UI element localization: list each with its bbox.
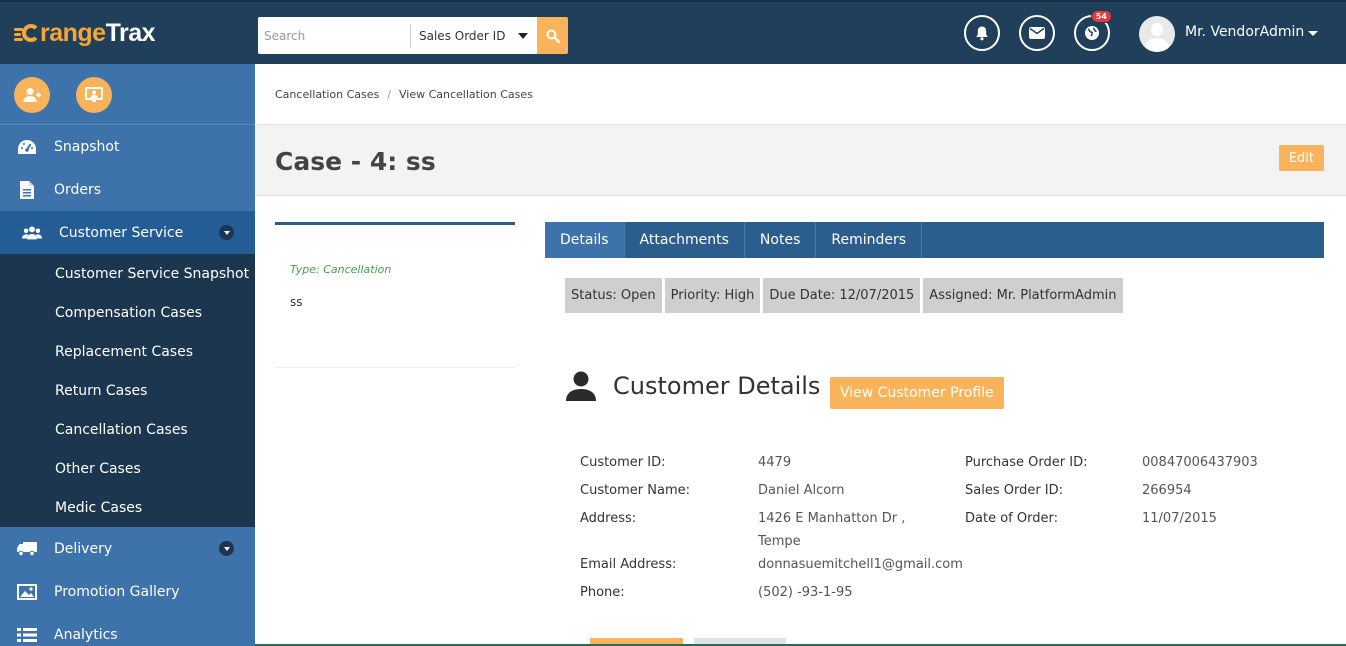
sidebar-item-customer-service[interactable]: Customer Service [0, 211, 255, 254]
status-chip: Status: Open [565, 278, 662, 313]
case-description: ss [290, 295, 303, 309]
search-icon [546, 29, 560, 43]
address-line2: Tempe [758, 534, 801, 549]
edit-button[interactable]: Edit [1278, 145, 1324, 171]
search-button[interactable] [537, 17, 568, 54]
submenu-item-replacement-cases[interactable]: Replacement Cases [0, 332, 255, 371]
sidebar-item-promotion-gallery[interactable]: Promotion Gallery [0, 570, 255, 613]
top-bar: range Trax Sales Order ID 54 Mr. VendorA… [0, 0, 1346, 64]
add-user-icon [23, 88, 41, 102]
submenu-item-compensation-cases[interactable]: Compensation Cases [0, 293, 255, 332]
messages-button[interactable] [1019, 15, 1055, 51]
title-bar: Case - 4: ss Edit [255, 125, 1346, 196]
case-status-row: Status: Open Priority: High Due Date: 12… [565, 278, 1123, 313]
email-value: donnasuemitchell1@gmail.com [758, 557, 963, 572]
submenu-item-medic-cases[interactable]: Medic Cases [0, 488, 255, 527]
user-icon [566, 371, 596, 401]
case-content: Type: Cancellation ss Details Attachment… [255, 196, 1346, 646]
user-avatar[interactable] [1139, 16, 1175, 52]
create-case-button[interactable] [76, 77, 112, 113]
user-menu-caret-icon[interactable] [1308, 31, 1318, 36]
breadcrumb-separator: / [387, 87, 391, 101]
due-date-chip: Due Date: 12/07/2015 [763, 278, 921, 313]
breadcrumb-link-cancellation-cases[interactable]: Cancellation Cases [275, 88, 379, 101]
sidebar-item-label: Promotion Gallery [54, 583, 180, 600]
quick-actions [0, 64, 255, 125]
address-line1: 1426 E Manhatton Dr , [758, 511, 906, 526]
orangetrax-logo[interactable]: range Trax [14, 16, 156, 50]
tab-notes[interactable]: Notes [745, 222, 817, 258]
submenu-item-return-cases[interactable]: Return Cases [0, 371, 255, 410]
sidebar-item-orders[interactable]: Orders [0, 168, 255, 211]
tab-reminders[interactable]: Reminders [816, 222, 923, 258]
monitor-user-icon [85, 87, 103, 102]
order-date-label: Date of Order: [965, 511, 1058, 526]
search-type-value: Sales Order ID [419, 28, 506, 43]
tab-details[interactable]: Details [545, 222, 625, 258]
phone-value: (502) -93-1-95 [758, 585, 853, 600]
purchase-order-value: 00847006437903 [1142, 455, 1258, 470]
sidebar-item-label: Customer Service [59, 224, 184, 241]
search-box: Sales Order ID [258, 17, 538, 54]
email-label: Email Address: [580, 557, 677, 572]
case-type-label: Type: Cancellation [290, 263, 392, 276]
assigned-chip: Assigned: Mr. PlatformAdmin [923, 278, 1123, 313]
order-date-value: 11/07/2015 [1142, 511, 1217, 526]
page-title: Case - 4: ss [275, 147, 436, 176]
customer-details-title: Customer Details [613, 372, 821, 400]
dashboard-icon [17, 139, 37, 155]
submenu-item-customer-service-snapshot[interactable]: Customer Service Snapshot [0, 254, 255, 293]
customer-name-label: Customer Name: [580, 483, 691, 498]
chevron-down-icon[interactable] [219, 225, 234, 240]
sidebar: Snapshot Orders Customer Service Custome… [0, 64, 255, 646]
sidebar-item-label: Snapshot [54, 138, 120, 155]
logo-text-orange: range [40, 18, 106, 47]
truck-icon [17, 541, 37, 556]
logo-mark-icon [14, 22, 40, 44]
add-user-button[interactable] [14, 77, 50, 113]
alerts-count-badge: 54 [1090, 10, 1112, 23]
sidebar-item-delivery[interactable]: Delivery [0, 527, 255, 570]
logo-text-white: Trax [105, 18, 156, 47]
document-icon [17, 180, 37, 199]
priority-chip: Priority: High [664, 278, 761, 313]
submenu-item-cancellation-cases[interactable]: Cancellation Cases [0, 410, 255, 449]
case-summary-card: Type: Cancellation ss [275, 222, 515, 368]
phone-label: Phone: [580, 585, 625, 600]
view-customer-profile-button[interactable]: View Customer Profile [830, 377, 1004, 409]
breadcrumb-current: View Cancellation Cases [399, 87, 533, 101]
breadcrumb: Cancellation Cases / View Cancellation C… [255, 64, 1346, 125]
customer-details-header: Customer Details [565, 371, 820, 401]
customer-name-value: Daniel Alcorn [758, 483, 845, 498]
sidebar-item-label: Delivery [54, 540, 113, 557]
list-icon [17, 627, 37, 643]
globe-icon [1085, 26, 1099, 40]
chevron-down-icon[interactable] [219, 541, 234, 556]
sidebar-item-label: Orders [54, 181, 102, 198]
image-icon [17, 583, 37, 600]
sidebar-item-analytics[interactable]: Analytics [0, 613, 255, 646]
search-input[interactable] [258, 18, 410, 53]
user-name[interactable]: Mr. VendorAdmin [1185, 24, 1304, 40]
address-label: Address: [580, 511, 637, 526]
users-icon [22, 225, 42, 241]
case-tabs: Details Attachments Notes Reminders [545, 222, 1324, 258]
sidebar-item-label: Analytics [54, 626, 118, 643]
search-type-select[interactable]: Sales Order ID [411, 18, 538, 53]
envelope-icon [1029, 27, 1045, 39]
caret-down-icon [518, 33, 528, 39]
purchase-order-label: Purchase Order ID: [965, 455, 1088, 470]
bell-icon [976, 26, 988, 41]
tab-attachments[interactable]: Attachments [625, 222, 745, 258]
sales-order-label: Sales Order ID: [965, 483, 1064, 498]
customer-service-submenu: Customer Service Snapshot Compensation C… [0, 254, 255, 527]
sidebar-item-snapshot[interactable]: Snapshot [0, 125, 255, 168]
sales-order-value: 266954 [1142, 483, 1192, 498]
customer-id-value: 4479 [758, 455, 792, 470]
submenu-item-other-cases[interactable]: Other Cases [0, 449, 255, 488]
customer-id-label: Customer ID: [580, 455, 666, 470]
global-alerts-button[interactable]: 54 [1074, 10, 1112, 51]
notifications-button[interactable] [964, 15, 1000, 51]
